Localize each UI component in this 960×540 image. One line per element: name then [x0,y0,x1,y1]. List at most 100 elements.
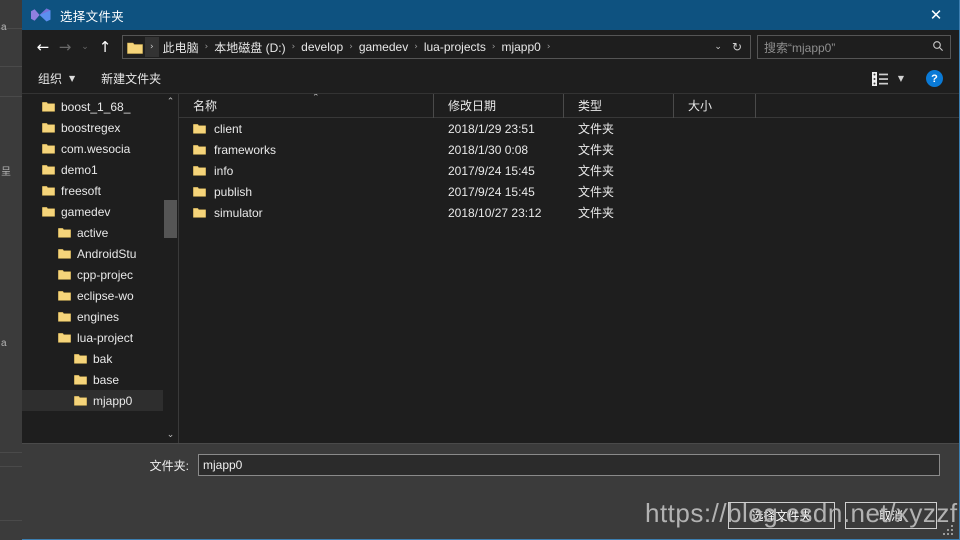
file-date-cell: 2018/10/27 23:12 [448,205,542,220]
new-folder-button[interactable]: 新建文件夹 [101,70,161,87]
sort-ascending-icon: ⌃ [312,94,320,103]
column-header-size[interactable]: 大小 [674,94,756,118]
folder-icon [42,186,55,196]
background-ghost-label-2: 呈 [1,167,11,178]
tree-scroll-up-button[interactable]: ⌃ [163,94,178,110]
tree-item-boost-1-68-[interactable]: boost_1_68_ [22,96,178,117]
breadcrumb-root-chevron-icon[interactable]: › [145,37,159,57]
tree-item-eclipse-wo[interactable]: eclipse-wo [22,285,178,306]
up-button[interactable]: ↑ [94,35,116,59]
table-row[interactable]: publish 2017/9/24 15:45 文件夹 [179,181,959,202]
column-header-name[interactable]: 名称 [179,94,434,118]
file-name-cell[interactable]: publish [179,185,434,199]
folder-name-row: 文件夹: mjapp0 [22,454,959,476]
refresh-icon[interactable]: ↻ [730,40,750,54]
table-row[interactable]: frameworks 2018/1/30 0:08 文件夹 [179,139,959,160]
help-icon[interactable]: ? [926,70,943,87]
folder-icon [58,291,71,301]
column-header-date[interactable]: 修改日期 [434,94,564,118]
tree-item-label: bak [93,351,113,366]
tree-item-boostregex[interactable]: boostregex [22,117,178,138]
cancel-button[interactable]: 取消 [845,502,937,529]
tree-item-lua-project[interactable]: lua-project [22,327,178,348]
back-button[interactable]: ← [32,35,54,59]
close-icon[interactable]: ✕ [913,0,959,30]
file-name-cell[interactable]: frameworks [179,143,434,157]
file-type-cell: 文件夹 [578,206,615,220]
recent-locations-button[interactable]: ⌄ [76,35,94,59]
tree-item-cpp-projec[interactable]: cpp-projec [22,264,178,285]
folder-icon [193,187,206,197]
file-date-cell: 2017/9/24 15:45 [448,184,535,199]
breadcrumb-item-3[interactable]: gamedev [359,40,408,54]
file-list-header: ⌃ 名称 修改日期 类型 大小 [179,94,959,118]
chevron-right-icon-2[interactable]: › [343,42,359,52]
chevron-right-icon-0[interactable]: › [199,42,215,52]
file-type-cell: 文件夹 [578,143,615,157]
file-name-cell[interactable]: client [179,122,434,136]
address-bar[interactable]: › 此电脑 › 本地磁盘 (D:) › develop › gamedev › … [122,35,751,59]
tree-item-label: freesoft [61,183,102,198]
file-list-pane: ⌃ 名称 修改日期 类型 大小 client 2018/1/29 23:51 文件夹 fra… [178,94,959,443]
folder-icon [193,124,206,134]
background-ghost-label-1: a [1,22,7,33]
tree-scroll-down-button[interactable]: ⌄ [163,427,178,443]
file-type-cell: 文件夹 [578,185,615,199]
chevron-right-icon-5[interactable]: › [541,42,557,52]
breadcrumb-item-5[interactable]: mjapp0 [501,40,540,54]
search-box[interactable]: 搜索“mjapp0” [757,35,951,59]
folder-name-input[interactable]: mjapp0 [198,454,940,476]
chevron-right-icon-1[interactable]: › [286,42,302,52]
dialog-bottom-panel: 文件夹: mjapp0 选择文件夹 取消 [22,443,959,539]
file-type-cell: 文件夹 [578,122,615,136]
search-input[interactable]: 搜索“mjapp0” [764,39,932,56]
file-name-label: simulator [214,205,263,220]
file-name-cell[interactable]: simulator [179,206,434,220]
tree-item-label: boost_1_68_ [61,99,131,114]
folder-icon [42,165,55,175]
dialog-titlebar[interactable]: 选择文件夹 ✕ [22,0,959,30]
chevron-right-icon-3[interactable]: › [408,42,424,52]
tree-item-com-wesocia[interactable]: com.wesocia [22,138,178,159]
tree-item-mjapp0[interactable]: mjapp0 [22,390,178,411]
file-date-cell: 2018/1/29 23:51 [448,121,535,136]
folder-tree-pane: boost_1_68_ boostregex com.wesocia demo1 fre… [22,94,178,443]
table-row[interactable]: client 2018/1/29 23:51 文件夹 [179,118,959,139]
organize-button[interactable]: 组织 ▼ [38,70,75,87]
breadcrumb-item-1[interactable]: 本地磁盘 (D:) [214,39,285,56]
tree-item-engines[interactable]: engines [22,306,178,327]
file-name-label: info [214,163,234,178]
tree-scrollbar-thumb[interactable] [164,200,177,238]
table-row[interactable]: simulator 2018/10/27 23:12 文件夹 [179,202,959,223]
tree-item-demo1[interactable]: demo1 [22,159,178,180]
tree-item-androidstu[interactable]: AndroidStu [22,243,178,264]
tree-item-freesoft[interactable]: freesoft [22,180,178,201]
tree-scrollbar-track[interactable] [163,110,178,427]
tree-item-label: engines [77,309,120,324]
file-name-cell[interactable]: info [179,164,434,178]
address-history-caret-icon[interactable]: ⌄ [706,42,730,52]
breadcrumb-item-4[interactable]: lua-projects [424,40,486,54]
folder-tree-list: boost_1_68_ boostregex com.wesocia demo1 fre… [22,94,178,411]
tree-item-gamedev[interactable]: gamedev [22,201,178,222]
resize-grip-icon[interactable] [943,523,955,535]
tree-item-bak[interactable]: bak [22,348,178,369]
tree-item-base[interactable]: base [22,369,178,390]
tree-item-active[interactable]: active [22,222,178,243]
folder-icon [193,208,206,218]
breadcrumb-item-0[interactable]: 此电脑 [163,39,199,56]
tree-item-label: base [93,372,120,387]
tree-item-label: eclipse-wo [77,288,134,303]
view-list-icon[interactable] [871,71,888,86]
table-row[interactable]: info 2017/9/24 15:45 文件夹 [179,160,959,181]
breadcrumb-item-2[interactable]: develop [301,40,343,54]
folder-field-label: 文件夹: [149,458,189,473]
select-folder-button[interactable]: 选择文件夹 [728,502,835,529]
view-options-caret-icon[interactable]: ▼ [898,74,904,83]
column-header-type[interactable]: 类型 [564,94,674,118]
forward-button[interactable]: → [54,35,76,59]
file-list-rows: client 2018/1/29 23:51 文件夹 frameworks 2018/1… [179,118,959,223]
search-icon [932,40,944,55]
folder-icon [58,270,71,280]
chevron-right-icon-4[interactable]: › [486,42,502,52]
